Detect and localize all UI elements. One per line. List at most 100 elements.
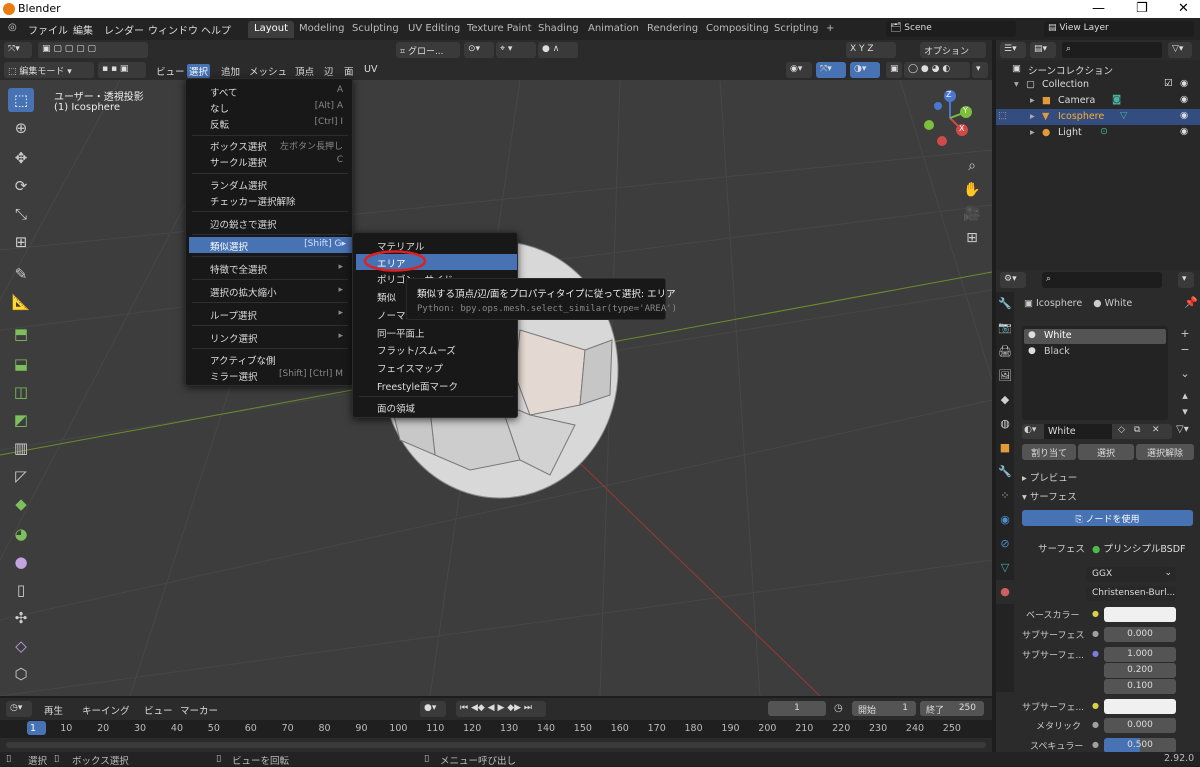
subsurface-color-swatch[interactable] bbox=[1104, 699, 1176, 714]
playback-controls[interactable]: ⏮ ◀◆ ◀ ▶ ◆▶ ⏭ bbox=[456, 701, 546, 717]
tab-shading[interactable]: Shading bbox=[532, 21, 585, 38]
tab-scripting[interactable]: Scripting bbox=[768, 21, 824, 38]
object-tab-icon[interactable]: ■ bbox=[996, 436, 1014, 460]
navigation-gizmo[interactable]: Z X Y bbox=[920, 88, 980, 148]
render-tab-icon[interactable]: 📷 bbox=[996, 316, 1014, 340]
constraints-tab-icon[interactable]: ⊘ bbox=[996, 532, 1014, 556]
remove-slot-icon[interactable]: − bbox=[1176, 342, 1194, 358]
smooth-tool-icon[interactable]: ● bbox=[8, 550, 34, 574]
menu-item-all[interactable]: すべて A bbox=[189, 83, 349, 99]
surface-shader-field[interactable]: ● プリンシプルBSDF bbox=[1092, 541, 1185, 555]
preview-range-icon[interactable]: ◷ bbox=[834, 703, 843, 714]
transform-tool-icon[interactable]: ⊞ bbox=[8, 230, 34, 254]
menu-item-select-similar[interactable]: 類似選択 [Shift] G▸ bbox=[189, 237, 352, 253]
menu-window[interactable]: ウィンドウ bbox=[148, 22, 198, 37]
metallic-field[interactable]: 0.000 bbox=[1104, 718, 1176, 733]
select-type-buttons[interactable]: ▪ ▪ ▣ bbox=[98, 62, 146, 78]
scene-tab-icon[interactable]: ◆ bbox=[996, 388, 1014, 412]
menu-select[interactable]: 選択 bbox=[187, 64, 211, 78]
eye-icon[interactable]: ◉ bbox=[1180, 78, 1188, 89]
menu-item-sharp-edges[interactable]: 辺の鋭さで選択 bbox=[189, 215, 349, 231]
display-mode-icon[interactable]: ▤▾ bbox=[1030, 42, 1056, 58]
visibility-icon[interactable]: ◉▾ bbox=[786, 62, 812, 78]
menu-item-circle-select[interactable]: サークル選択 C bbox=[189, 153, 349, 169]
subsurface-radius-x-field[interactable]: 1.000 bbox=[1104, 647, 1176, 662]
tab-modeling[interactable]: Modeling bbox=[293, 21, 351, 38]
menu-edit[interactable]: 編集 bbox=[73, 22, 93, 37]
particles-tab-icon[interactable]: ⁘ bbox=[996, 484, 1014, 508]
select-mode-buttons[interactable]: ▣ ▢ ▢ ▢ ▢ bbox=[38, 42, 148, 58]
menu-view[interactable]: ビュー bbox=[154, 64, 187, 78]
menu-face[interactable]: 面 bbox=[342, 64, 356, 78]
timeline-menu-marker[interactable]: マーカー bbox=[178, 703, 220, 717]
menu-uv[interactable]: UV bbox=[362, 64, 379, 75]
tab-sculpting[interactable]: Sculpting bbox=[346, 21, 405, 38]
outliner-search-input[interactable]: ⌕ bbox=[1062, 42, 1162, 58]
material-tab-icon[interactable]: ● bbox=[996, 580, 1014, 604]
outliner-row-icosphere[interactable]: ⬚ ▸ ▼ Icosphere ▽ ◉ bbox=[996, 109, 1200, 125]
outliner-row-collection[interactable]: ▾ ▢ Collection ☑ ◉ bbox=[996, 77, 1200, 93]
menu-file[interactable]: ファイル bbox=[28, 22, 68, 37]
menu-mesh[interactable]: メッシュ bbox=[247, 64, 289, 78]
pivot-point-icon[interactable]: ⊙▾ bbox=[464, 42, 494, 58]
start-frame-field[interactable]: 開始 1 bbox=[852, 701, 916, 716]
expand-arrow-icon[interactable]: ▸ bbox=[1030, 127, 1035, 138]
tab-animation[interactable]: Animation bbox=[582, 21, 645, 38]
edit-mode-toggle-icon[interactable]: ⬚ bbox=[998, 110, 1007, 121]
submenu-item-coplanar[interactable]: 同一平面上 bbox=[356, 324, 514, 340]
xray-icon[interactable]: ▣ bbox=[886, 62, 902, 78]
rip-tool-icon[interactable]: ⬡ bbox=[8, 662, 34, 686]
menu-item-side-of-active[interactable]: アクティブな側 bbox=[189, 351, 349, 367]
expand-arrow-icon[interactable]: ▸ bbox=[1030, 95, 1035, 106]
subsurface-radius-z-field[interactable]: 0.100 bbox=[1104, 679, 1176, 694]
spin-tool-icon[interactable]: ◕ bbox=[8, 522, 34, 546]
maximize-button[interactable]: ❐ bbox=[1136, 1, 1148, 16]
options-button[interactable]: オプション bbox=[920, 42, 986, 58]
expand-arrow-icon[interactable]: ▸ bbox=[1030, 111, 1035, 122]
shear-tool-icon[interactable]: ◇ bbox=[8, 634, 34, 658]
snap-icon[interactable]: ⌖ ▾ bbox=[496, 42, 536, 58]
timeline-editor-icon[interactable]: ◷▾ bbox=[6, 701, 32, 717]
add-workspace-button[interactable]: + bbox=[820, 21, 840, 38]
menu-item-select-all-by-trait[interactable]: 特徴で全選択 ▸ bbox=[189, 260, 349, 276]
ortho-grid-icon[interactable]: ⊞ bbox=[962, 226, 982, 250]
cursor-tool-icon[interactable]: ⊕ bbox=[8, 116, 34, 140]
material-slot-black[interactable]: Black bbox=[1024, 345, 1166, 360]
submenu-item-flat-smooth[interactable]: フラット/スムーズ bbox=[356, 341, 514, 357]
camera-view-icon[interactable]: 🎥 bbox=[962, 202, 982, 226]
poly-build-tool-icon[interactable]: ◆ bbox=[8, 492, 34, 516]
specular-field[interactable]: 0.500 bbox=[1104, 738, 1176, 753]
preview-panel-header[interactable]: ▸ プレビュー bbox=[1022, 470, 1077, 484]
output-tab-icon[interactable]: 🖨 bbox=[996, 340, 1014, 364]
add-slot-icon[interactable]: + bbox=[1176, 326, 1194, 342]
extrude-tool-icon[interactable]: ⬓ bbox=[8, 352, 34, 376]
checkbox-icon[interactable]: ☑ bbox=[1164, 78, 1173, 89]
outliner-editor-icon[interactable]: ☰▾ bbox=[1000, 42, 1026, 58]
scale-tool-icon[interactable]: ⤡ bbox=[8, 202, 34, 226]
submenu-item-face-map[interactable]: フェイスマップ bbox=[356, 359, 514, 375]
tab-compositing[interactable]: Compositing bbox=[700, 21, 775, 38]
select-box-tool-icon[interactable]: ⬚ bbox=[8, 88, 34, 112]
subsurface-method-dropdown[interactable]: Christensen-Burl... bbox=[1086, 586, 1176, 601]
menu-item-box-select[interactable]: ボックス選択 左ボタン長押し bbox=[189, 137, 349, 153]
zoom-icon[interactable]: ⌕ bbox=[962, 154, 982, 178]
menu-vertex[interactable]: 頂点 bbox=[293, 64, 316, 78]
subsurface-radius-y-field[interactable]: 0.200 bbox=[1104, 663, 1176, 678]
view-layer-selector[interactable]: ▤ View Layer bbox=[1044, 21, 1194, 37]
material-name-field[interactable]: White bbox=[1044, 424, 1112, 439]
minimize-button[interactable]: — bbox=[1092, 1, 1105, 16]
duplicate-icon[interactable]: ⧉ bbox=[1134, 425, 1140, 435]
inset-tool-icon[interactable]: ◫ bbox=[8, 380, 34, 404]
outliner-row-scene-collection[interactable]: ▣ シーンコレクション bbox=[996, 61, 1200, 77]
timeline-menu-playback[interactable]: 再生 bbox=[42, 703, 65, 717]
submenu-item-freestyle-face[interactable]: Freestyle面マーク bbox=[356, 377, 514, 393]
overlay-toggle-icon[interactable]: ◑▾ bbox=[850, 62, 880, 78]
annotate-tool-icon[interactable]: ✎ bbox=[8, 262, 34, 286]
blender-menu-icon[interactable]: ◎ bbox=[8, 22, 17, 33]
tab-texture-paint[interactable]: Texture Paint bbox=[461, 21, 538, 38]
move-tool-icon[interactable]: ✥ bbox=[8, 146, 34, 170]
proportional-edit-icon[interactable]: ● ∧ bbox=[538, 42, 578, 58]
pan-hand-icon[interactable]: ✋ bbox=[962, 178, 982, 202]
eye-icon[interactable]: ◉ bbox=[1180, 126, 1188, 137]
menu-item-random[interactable]: ランダム選択 bbox=[189, 176, 349, 192]
